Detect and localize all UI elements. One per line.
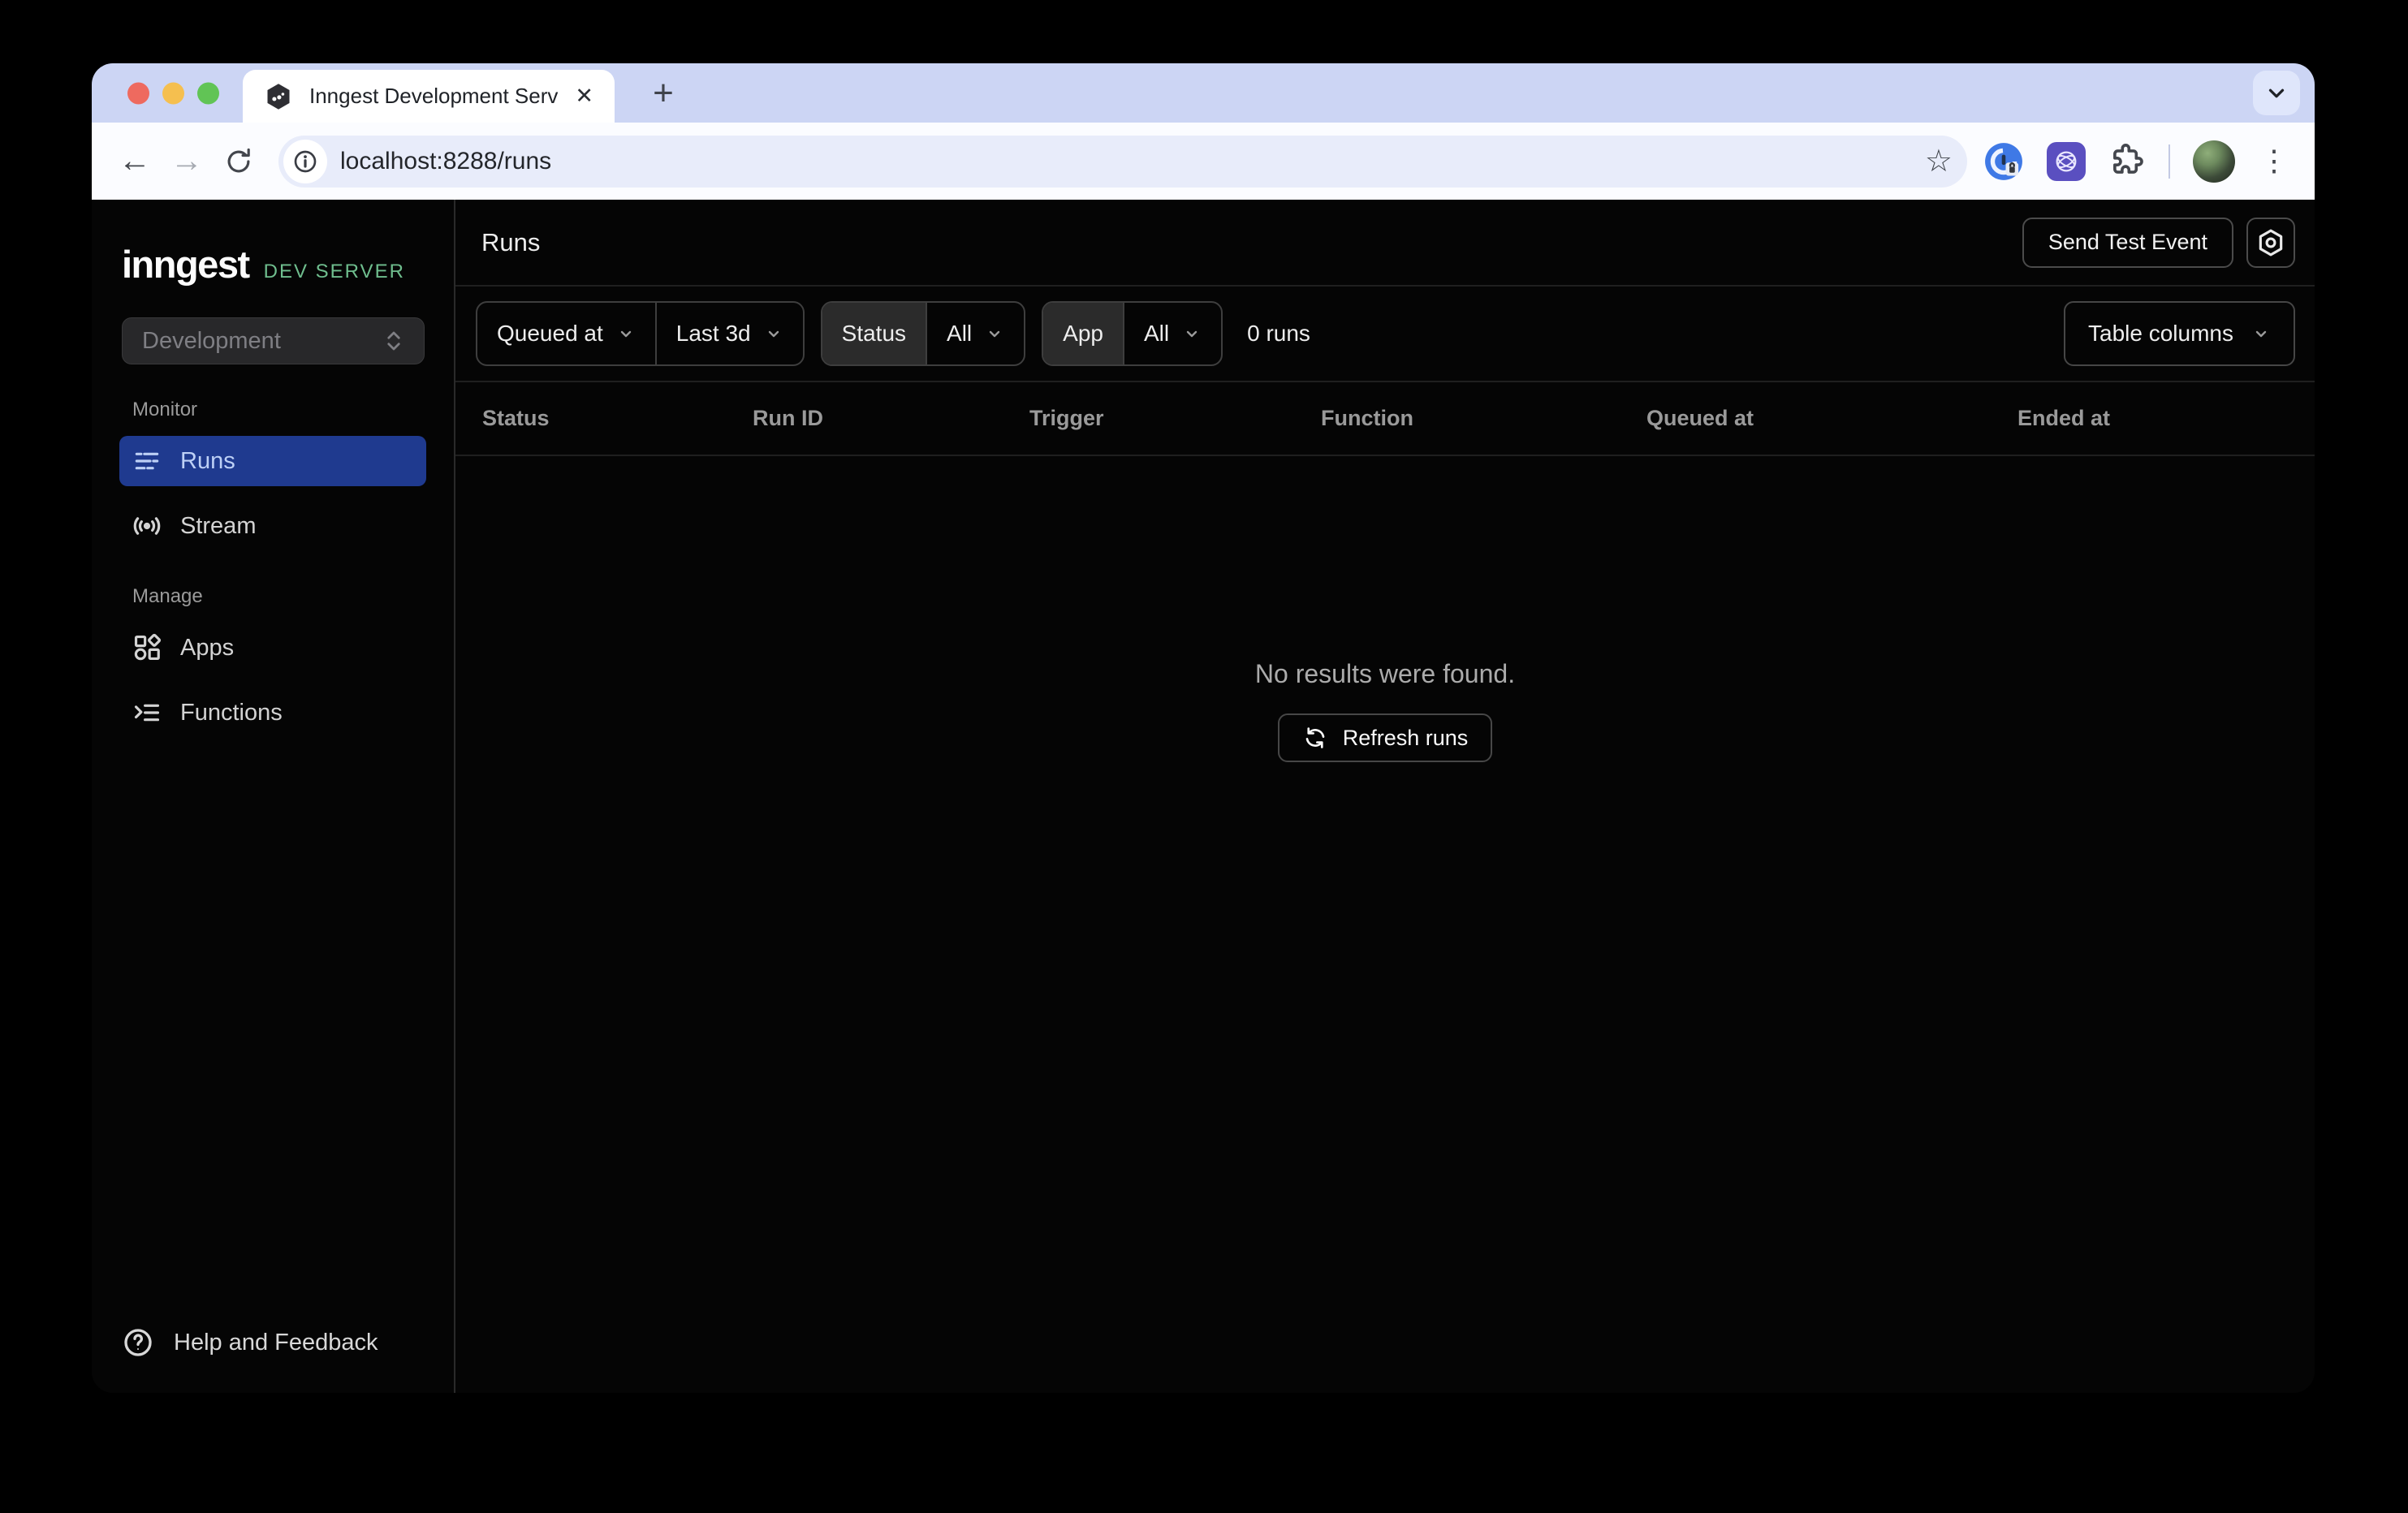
sidebar: inngest DEV SERVER Development Monitor R… bbox=[92, 200, 455, 1393]
sidebar-item-apps[interactable]: Apps bbox=[119, 623, 426, 673]
chevron-down-icon bbox=[768, 330, 779, 338]
sidebar-item-label: Apps bbox=[180, 634, 235, 661]
runs-count: 0 runs bbox=[1247, 321, 1310, 346]
refresh-icon bbox=[1305, 727, 1325, 748]
time-range-dropdown[interactable]: Last 3d bbox=[654, 303, 803, 364]
reload-icon bbox=[227, 148, 250, 172]
sidebar-item-runs[interactable]: Runs bbox=[119, 436, 426, 486]
info-icon bbox=[294, 150, 317, 172]
url-text[interactable]: localhost:8288/runs bbox=[340, 148, 1912, 175]
close-window-button[interactable] bbox=[127, 82, 149, 104]
column-header-run-id: Run ID bbox=[753, 406, 823, 430]
inngest-app: inngest DEV SERVER Development Monitor R… bbox=[92, 200, 2315, 1393]
empty-state-message: No results were found. bbox=[1254, 659, 1516, 688]
time-field-value: Queued at bbox=[497, 321, 603, 346]
inngest-wordmark: inngest bbox=[122, 243, 250, 286]
table-columns-button[interactable]: Table columns bbox=[2064, 301, 2295, 366]
app-filter-value: All bbox=[1143, 321, 1170, 346]
back-button[interactable]: ← bbox=[111, 138, 158, 185]
profile-avatar[interactable] bbox=[2193, 140, 2235, 183]
close-tab-icon[interactable]: ✕ bbox=[575, 85, 593, 107]
sidebar-item-stream[interactable]: Stream bbox=[119, 501, 426, 551]
minimize-window-button[interactable] bbox=[162, 82, 184, 104]
app-filter-group: App All bbox=[1042, 301, 1223, 366]
chevron-down-icon bbox=[989, 330, 1000, 338]
browser-toolbar: ← → localhost:8288/runs ☆ ⋮ bbox=[92, 123, 2315, 200]
stream-icon bbox=[133, 517, 161, 535]
column-header-ended-at: Ended at bbox=[2017, 406, 2111, 430]
hexagon-gear-icon bbox=[2259, 229, 2283, 256]
app-filter-dropdown[interactable]: All bbox=[1122, 303, 1221, 364]
main-panel: Runs Send Test Event Queued at Last 3d S… bbox=[455, 200, 2315, 1393]
send-test-event-button[interactable]: Send Test Event bbox=[2022, 217, 2233, 268]
address-bar[interactable]: localhost:8288/runs ☆ bbox=[278, 135, 1967, 188]
window-controls bbox=[127, 82, 219, 104]
toolbar-extensions: ⋮ bbox=[1983, 140, 2295, 183]
zoom-window-button[interactable] bbox=[197, 82, 219, 104]
status-filter-value: All bbox=[947, 321, 973, 346]
inngest-favicon bbox=[267, 83, 290, 110]
chevron-down-icon bbox=[620, 330, 631, 338]
column-header-trigger: Trigger bbox=[1029, 406, 1104, 430]
site-info-button[interactable] bbox=[283, 139, 327, 183]
sidebar-item-label: Runs bbox=[180, 447, 235, 474]
tab-title: Inngest Development Server bbox=[309, 84, 559, 108]
runs-table-header: Status Run ID Trigger Function Queued at… bbox=[455, 382, 2315, 456]
app-filter-label: App bbox=[1043, 303, 1123, 364]
page-header: Runs Send Test Event bbox=[455, 200, 2315, 287]
table-columns-label: Table columns bbox=[2088, 321, 2233, 346]
forward-button[interactable]: → bbox=[163, 138, 210, 185]
time-filter-group: Queued at Last 3d bbox=[476, 301, 805, 366]
password-manager-extension-icon[interactable] bbox=[1983, 141, 2024, 182]
refresh-runs-button[interactable]: Refresh runs bbox=[1277, 713, 1493, 762]
status-filter-group: Status All bbox=[820, 301, 1026, 366]
toolbar-divider bbox=[2168, 144, 2170, 179]
sidebar-item-label: Stream bbox=[180, 512, 257, 539]
page-title: Runs bbox=[481, 227, 541, 256]
help-label: Help and Feedback bbox=[174, 1329, 378, 1356]
logo: inngest DEV SERVER bbox=[92, 242, 454, 287]
functions-icon bbox=[134, 704, 160, 722]
active-tab[interactable]: Inngest Development Server ✕ bbox=[243, 70, 615, 123]
sidebar-item-functions[interactable]: Functions bbox=[119, 688, 426, 738]
column-header-queued-at: Queued at bbox=[1646, 406, 1754, 430]
browser-window: Inngest Development Server ✕ + ← → local… bbox=[92, 63, 2315, 1393]
sidebar-item-label: Functions bbox=[180, 699, 283, 726]
help-and-feedback[interactable]: Help and Feedback bbox=[92, 1326, 454, 1359]
empty-state: No results were found. Refresh runs bbox=[455, 456, 2315, 762]
environment-select[interactable]: Development bbox=[122, 317, 425, 364]
globe-extension-icon[interactable] bbox=[2047, 141, 2086, 181]
time-range-value: Last 3d bbox=[675, 321, 751, 346]
status-filter-label: Status bbox=[822, 303, 926, 364]
browser-menu-button[interactable]: ⋮ bbox=[2258, 146, 2290, 175]
bookmark-star-icon[interactable]: ☆ bbox=[1925, 146, 1953, 177]
tab-strip: Inngest Development Server ✕ + bbox=[92, 63, 2315, 123]
refresh-runs-label: Refresh runs bbox=[1342, 725, 1469, 750]
section-label-monitor: Monitor bbox=[132, 399, 198, 420]
extensions-puzzle-icon[interactable] bbox=[2108, 143, 2146, 180]
status-filter-dropdown[interactable]: All bbox=[926, 303, 1024, 364]
runs-icon bbox=[135, 452, 159, 470]
chevron-down-icon bbox=[2268, 88, 2285, 97]
dev-server-badge: DEV SERVER bbox=[263, 261, 405, 282]
column-header-function: Function bbox=[1321, 406, 1413, 430]
time-field-dropdown[interactable]: Queued at bbox=[477, 303, 655, 364]
chevron-down-icon bbox=[2255, 330, 2267, 338]
settings-button[interactable] bbox=[2246, 217, 2295, 268]
environment-value: Development bbox=[142, 327, 281, 354]
help-icon bbox=[124, 1329, 152, 1356]
tab-search-button[interactable] bbox=[2253, 71, 2300, 115]
filter-bar: Queued at Last 3d Status All App All 0 r… bbox=[455, 287, 2315, 382]
column-header-status: Status bbox=[482, 406, 550, 430]
updown-chevron-icon bbox=[387, 331, 400, 351]
chevron-down-icon bbox=[1186, 330, 1198, 338]
new-tab-button[interactable]: + bbox=[641, 71, 686, 116]
reload-button[interactable] bbox=[215, 138, 262, 185]
section-label-manage: Manage bbox=[132, 585, 203, 607]
apps-icon bbox=[134, 633, 162, 661]
